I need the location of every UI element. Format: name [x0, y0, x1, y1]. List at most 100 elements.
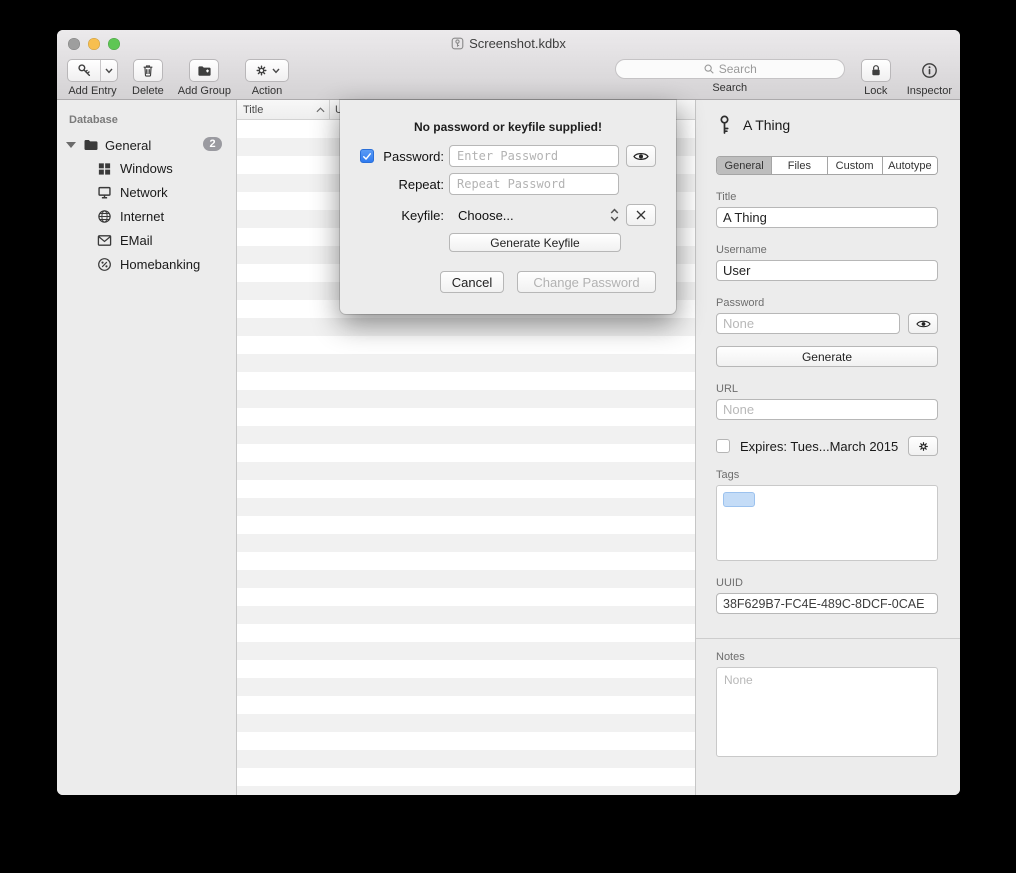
search-icon	[703, 63, 715, 75]
inspector-button[interactable]	[921, 59, 938, 82]
toolbar: Add Entry Delete	[57, 57, 960, 100]
column-title-label: Title	[243, 104, 263, 116]
sidebar-header: Database	[57, 100, 236, 134]
gear-icon	[254, 63, 269, 78]
disclosure-triangle-icon[interactable]	[66, 142, 76, 148]
tags-label: Tags	[716, 469, 938, 481]
folder-icon	[83, 138, 99, 152]
tag-pill[interactable]	[723, 492, 755, 507]
expires-settings-button[interactable]	[908, 436, 938, 456]
change-password-button[interactable]: Change Password	[517, 271, 656, 293]
envelope-icon	[97, 234, 112, 247]
eye-icon	[633, 151, 649, 162]
folder-plus-icon	[197, 64, 212, 78]
sidebar-item-label: Internet	[120, 209, 164, 224]
uuid-field[interactable]	[716, 593, 938, 614]
eye-icon	[916, 319, 931, 329]
title-field-label: Title	[716, 191, 938, 203]
notes-field[interactable]: None	[716, 667, 938, 757]
window-title: Screenshot.kdbx	[469, 36, 566, 51]
title-field[interactable]	[716, 207, 938, 228]
add-group-tool: Add Group	[178, 59, 231, 97]
inspector-label: Inspector	[907, 85, 952, 97]
windows-grid-icon	[97, 161, 112, 176]
tags-box[interactable]	[716, 485, 938, 561]
sidebar-item-label: Network	[120, 185, 168, 200]
sidebar-item-label: Windows	[120, 161, 173, 176]
sheet-password-input[interactable]	[449, 145, 619, 167]
sheet-repeat-input[interactable]	[449, 173, 619, 195]
sidebar-item-windows[interactable]: Windows	[57, 156, 236, 180]
delete-tool: Delete	[132, 59, 164, 97]
sheet-reveal-password-button[interactable]	[626, 145, 656, 167]
delete-label: Delete	[132, 85, 164, 97]
change-password-sheet: No password or keyfile supplied! Passwor…	[340, 100, 676, 314]
password-field-label: Password	[716, 297, 938, 309]
chevron-down-icon	[272, 67, 280, 74]
delete-button[interactable]	[133, 59, 163, 82]
stepper-icon	[610, 208, 619, 222]
cancel-button[interactable]: Cancel	[440, 271, 504, 293]
url-field[interactable]	[716, 399, 938, 420]
username-field[interactable]	[716, 260, 938, 281]
reveal-password-button[interactable]	[908, 313, 938, 334]
sheet-password-label: Password:	[378, 149, 444, 164]
gear-icon	[917, 440, 930, 453]
password-checkbox[interactable]	[360, 149, 374, 163]
tab-autotype[interactable]: Autotype	[883, 157, 937, 174]
window-chrome: Screenshot.kdbx Add Entry	[57, 30, 960, 100]
key-icon	[716, 115, 733, 135]
clear-x-icon	[635, 209, 647, 221]
column-header-title[interactable]: Title	[237, 100, 330, 119]
uuid-label: UUID	[716, 577, 938, 589]
action-button[interactable]	[245, 59, 289, 82]
sidebar-item-email[interactable]: EMail	[57, 228, 236, 252]
trash-icon	[141, 63, 155, 78]
search-label: Search	[712, 82, 747, 94]
chevron-down-icon[interactable]	[101, 60, 117, 81]
computer-icon	[97, 185, 112, 200]
sheet-repeat-label: Repeat:	[360, 177, 444, 192]
tab-files[interactable]: Files	[772, 157, 827, 174]
entry-title: A Thing	[743, 117, 790, 133]
generate-password-button[interactable]: Generate	[716, 346, 938, 367]
entry-count-badge: 2	[203, 137, 222, 151]
inspector-tool: Inspector	[907, 59, 952, 97]
add-entry-button[interactable]	[67, 59, 118, 82]
sidebar-item-label: Homebanking	[120, 257, 200, 272]
action-label: Action	[252, 85, 283, 97]
keyfile-popup-button[interactable]: Choose...	[449, 208, 619, 223]
inspector-tabs: General Files Custom Autotype	[716, 156, 938, 175]
tab-general[interactable]: General	[717, 157, 772, 174]
clear-keyfile-button[interactable]	[626, 204, 656, 226]
sheet-message: No password or keyfile supplied!	[340, 120, 676, 134]
generate-keyfile-button[interactable]: Generate Keyfile	[449, 233, 621, 252]
notes-label: Notes	[716, 651, 938, 663]
inspector-panel: A Thing General Files Custom Autotype Ti…	[695, 100, 960, 795]
tab-custom[interactable]: Custom	[828, 157, 883, 174]
globe-icon	[97, 209, 112, 224]
sidebar-group-general[interactable]: General 2	[57, 134, 236, 156]
sidebar: Database General 2 Windows Network	[57, 100, 237, 795]
add-entry-label: Add Entry	[68, 85, 116, 97]
lock-button[interactable]	[861, 59, 891, 82]
check-icon	[362, 152, 372, 161]
info-icon	[921, 62, 938, 79]
action-tool: Action	[245, 59, 289, 97]
sidebar-item-homebanking[interactable]: Homebanking	[57, 252, 236, 276]
titlebar: Screenshot.kdbx	[57, 30, 960, 57]
sidebar-item-network[interactable]: Network	[57, 180, 236, 204]
sidebar-item-label: EMail	[120, 233, 153, 248]
lock-icon	[869, 63, 883, 78]
add-group-button[interactable]	[189, 59, 219, 82]
search-placeholder: Search	[719, 62, 757, 76]
expires-label: Expires: Tues...March 2015	[740, 439, 898, 454]
key-icon	[68, 60, 101, 81]
sort-ascending-icon	[316, 107, 325, 113]
password-field[interactable]	[716, 313, 900, 334]
sidebar-item-internet[interactable]: Internet	[57, 204, 236, 228]
search-input[interactable]: Search	[615, 59, 845, 79]
lock-tool: Lock	[861, 59, 891, 97]
expires-checkbox[interactable]	[716, 439, 730, 453]
url-field-label: URL	[716, 383, 938, 395]
